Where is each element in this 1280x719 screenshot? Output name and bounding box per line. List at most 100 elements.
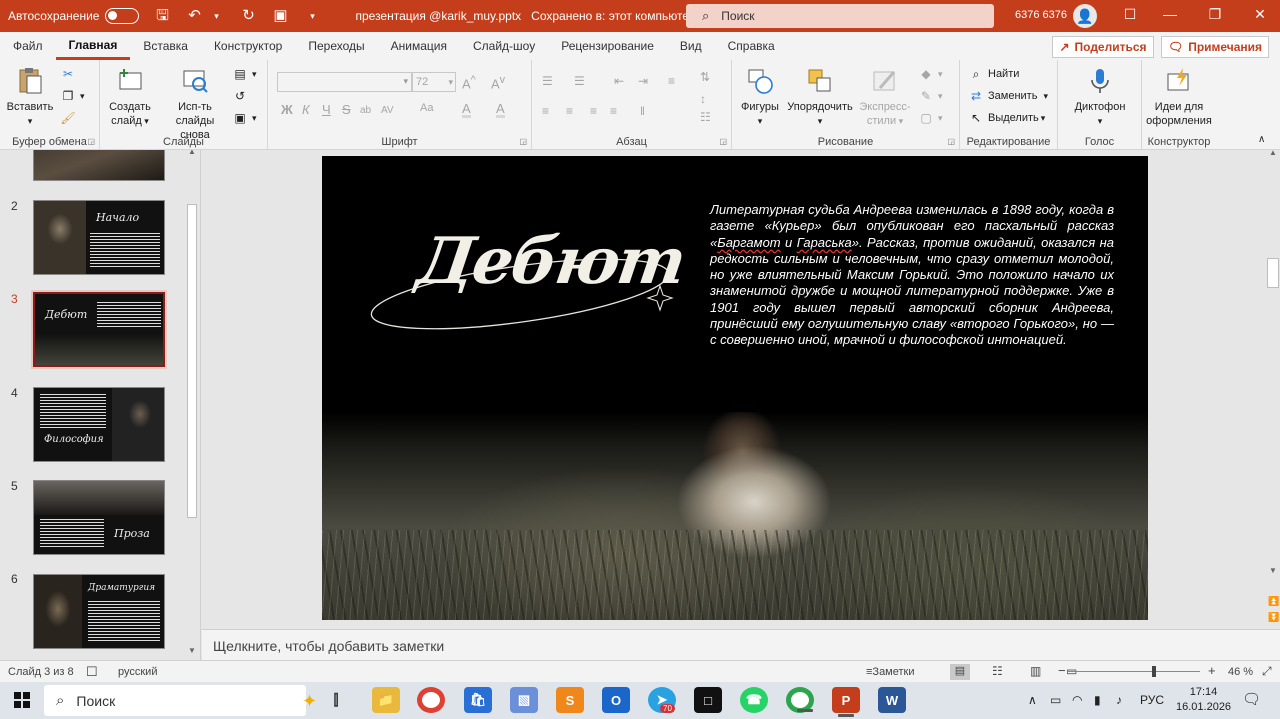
accessibility-icon[interactable]: ☐ [86,664,98,680]
dictate-button[interactable]: Диктофон ▾ [1066,66,1134,128]
slide-thumbnail-1[interactable] [33,150,165,181]
ribbon-display-icon[interactable]: ☐ [1120,6,1140,23]
app-s-icon[interactable]: S [556,687,584,713]
shape-outline-button[interactable]: ✎ ▾ [918,88,943,104]
notes-toggle[interactable]: ≡Заметки [866,666,915,678]
reuse-slides-button[interactable]: Исп-ть слайды снова [160,66,230,142]
decrease-indent-icon[interactable]: ⇤ [614,74,624,88]
shape-fill-button[interactable]: ◆ ▾ [918,66,942,82]
replace-button[interactable]: ⇄ Заменить ▾ [968,88,1048,104]
keyboard-language[interactable]: РУС [1140,693,1164,707]
bold-button[interactable]: Ж [281,102,293,117]
network-icon[interactable]: ▭ [1050,693,1061,707]
slide-sorter-icon[interactable]: ☷ [992,664,1003,678]
justify-icon[interactable]: ≡ [610,104,617,118]
windows-start-button[interactable] [14,692,30,708]
shadow-button[interactable]: ab [360,105,371,116]
underline-button[interactable]: Ч [322,102,331,117]
chrome-icon[interactable] [417,687,445,713]
change-case-button[interactable]: Aa [420,102,433,114]
italic-button[interactable]: К [302,102,310,117]
capcut-icon[interactable]: □ [694,687,722,713]
outlook-icon[interactable]: O [602,687,630,713]
photos-icon[interactable]: ▧ [510,687,538,713]
find-button[interactable]: ⌕ Найти [968,66,1020,82]
taskbar-search[interactable]: ⌕ Поиск ✦ [44,685,317,716]
font-size-box[interactable]: 72 ▾ [412,72,456,92]
previous-slide-icon[interactable]: ⏫ [1268,596,1279,607]
grow-font-icon[interactable]: A^ [462,74,476,91]
dialog-launcher-icon[interactable]: ◲ [947,137,955,146]
minimize-icon[interactable]: — [1160,6,1180,22]
cut-button[interactable]: ✂ [60,66,80,82]
tab-design[interactable]: Конструктор [201,32,295,60]
zoom-level[interactable]: 46 % [1228,666,1253,678]
numbering-icon[interactable]: ☰ [574,74,585,88]
notifications-icon[interactable]: 🗨 [1242,690,1261,708]
align-right-icon[interactable]: ≡ [590,104,597,118]
volume-icon[interactable]: ♪ [1116,693,1122,707]
tab-file[interactable]: Файл [0,32,56,60]
slide-thumbnail-3[interactable]: Дебют [31,290,167,369]
quick-styles-button[interactable]: Экспресс-стили ▾ [856,66,914,128]
tab-animations[interactable]: Анимация [378,32,460,60]
paste-button[interactable]: Вставить ▾ [6,66,54,128]
section-button[interactable]: ▣ ▾ [232,110,256,126]
scrollbar-thumb[interactable] [187,204,197,518]
design-ideas-button[interactable]: Идеи для оформления [1142,66,1216,128]
font-name-box[interactable]: ▾ [277,72,412,92]
user-name[interactable]: 6376 6376 [1015,9,1067,21]
reset-button[interactable]: ↺ [232,88,252,104]
smartart-icon[interactable]: ☷ [700,110,711,124]
scroll-up-icon[interactable]: ▲ [1269,148,1277,157]
zoom-out-button[interactable]: − [1058,663,1066,678]
redo-icon[interactable]: ↻ [239,7,257,25]
align-center-icon[interactable]: ≡ [566,104,573,118]
language-indicator[interactable]: русский [118,666,157,678]
format-painter-button[interactable]: 🖌 [60,110,80,126]
save-icon[interactable]: 🖫 [153,7,171,25]
task-view-icon[interactable]: ⫿ [322,687,350,713]
slide-title[interactable]: Дебют [413,224,689,299]
zoom-slider[interactable] [1068,666,1200,677]
copy-button[interactable]: ❐ ▾ [60,88,85,104]
search-box[interactable]: ⌕ Поиск [686,4,994,28]
thumbnail-scrollbar[interactable]: ▲ ▼ [186,150,198,660]
select-button[interactable]: ↖ Выделить ▾ [968,110,1045,126]
shrink-font-icon[interactable]: Av [491,74,505,91]
current-slide[interactable]: Дебют Литературная судьба Андреева измен… [322,156,1148,620]
chrome-profile-icon[interactable] [786,687,814,713]
slide-thumbnail-5[interactable]: Проза [33,480,165,555]
store-icon[interactable]: 🛍 [464,687,492,713]
tab-home[interactable]: Главная [55,32,131,60]
autosave-toggle[interactable] [105,8,140,24]
collapse-ribbon-icon[interactable]: ∧ [1258,134,1265,145]
char-spacing-button[interactable]: AV [381,105,394,116]
slide-thumbnail-2[interactable]: Начало [33,200,165,275]
scroll-down-icon[interactable]: ▼ [188,646,196,655]
columns-icon[interactable]: ‖ [640,104,645,118]
avatar[interactable]: 👤 [1073,4,1097,28]
slide-thumbnail-6[interactable]: Драматургия [33,574,165,649]
scroll-down-icon[interactable]: ▼ [1269,566,1277,575]
slide-thumbnail-4[interactable]: Философия [33,387,165,462]
tray-overflow-icon[interactable]: ∧ [1028,693,1037,707]
system-clock[interactable]: 17:14 16.01.2026 [1176,685,1231,715]
word-icon[interactable]: W [878,687,906,713]
present-icon[interactable]: ▣ [271,7,289,25]
autosave[interactable]: Автосохранение [8,8,140,24]
font-color-button[interactable]: A [496,102,505,118]
text-direction-icon[interactable]: ⇅ [700,70,710,84]
align-text-icon[interactable]: ↕ [700,92,706,106]
slide-body-text[interactable]: Литературная судьба Андреева изменилась … [710,202,1114,349]
tab-help[interactable]: Справка [715,32,788,60]
undo-icon[interactable]: ↶ [185,7,203,25]
tab-slideshow[interactable]: Слайд-шоу [460,32,548,60]
arrange-button[interactable]: Упорядочить ▾ [784,66,856,128]
scrollbar-thumb[interactable] [1267,258,1279,288]
canvas-scrollbar[interactable]: ▲ ▼ ⏫ ⏬ [1266,148,1280,628]
next-slide-icon[interactable]: ⏬ [1268,612,1279,623]
close-icon[interactable]: ✕ [1250,6,1270,23]
tab-review[interactable]: Рецензирование [548,32,667,60]
fit-slide-icon[interactable]: ⤢ [1262,664,1272,679]
